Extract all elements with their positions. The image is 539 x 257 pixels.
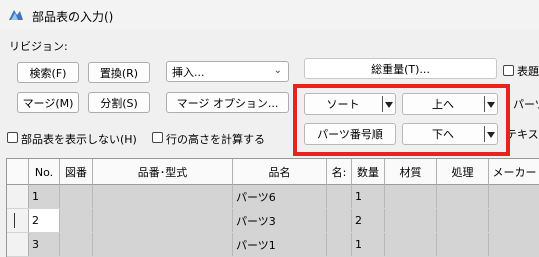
table-header: No. 図番 品番･型式 品名 名: 数量 材質 処理 メーカー [7, 159, 539, 185]
cell-name-short[interactable] [327, 233, 352, 256]
calc-row-height-checkbox[interactable] [152, 132, 163, 143]
cell-part-model[interactable] [93, 185, 233, 208]
table-row[interactable]: 2 パーツ3 2 [7, 209, 539, 232]
parts-button-partial[interactable]: パーツ [513, 96, 539, 112]
cell-part-name[interactable]: パーツ1 [233, 233, 327, 256]
cell-part-name[interactable]: パーツ6 [233, 185, 327, 208]
window-title: 部品表の入力() [32, 10, 114, 24]
cell-drawing-no[interactable] [60, 233, 93, 256]
replace-button[interactable]: 置換(R) [88, 62, 150, 83]
cell-no[interactable]: 1 [29, 185, 60, 208]
hide-bom-label: 部品表を表示しない(H) [21, 133, 137, 146]
cell-quantity[interactable]: 1 [352, 233, 385, 256]
app-icon [9, 10, 23, 20]
title-checkbox-label: 表題 [517, 65, 539, 78]
cell-name-short[interactable] [327, 185, 352, 208]
cell-maker[interactable] [489, 233, 539, 256]
bom-table[interactable]: No. 図番 品番･型式 品名 名: 数量 材質 処理 メーカー 1 パーツ6 … [6, 158, 539, 257]
cell-part-model[interactable] [93, 209, 233, 232]
cell-material[interactable] [385, 209, 437, 232]
cell-treatment[interactable] [437, 185, 489, 208]
col-maker[interactable]: メーカー [489, 159, 539, 185]
col-drawing-no[interactable]: 図番 [60, 159, 93, 185]
cell-drawing-no[interactable] [60, 209, 93, 232]
text-button-partial[interactable]: テキスト [506, 126, 539, 142]
cell-material[interactable] [385, 185, 437, 208]
highlight-box [293, 84, 510, 156]
hide-bom-checkbox[interactable] [7, 132, 18, 143]
total-weight-button[interactable]: 総重量(T)... [304, 58, 497, 79]
row-header[interactable] [7, 185, 29, 208]
col-quantity[interactable]: 数量 [352, 159, 385, 185]
row-header[interactable] [7, 233, 29, 256]
row-header[interactable] [7, 209, 29, 232]
row-header-corner [7, 159, 29, 185]
search-button[interactable]: 検索(F) [17, 62, 79, 83]
cell-material[interactable] [385, 233, 437, 256]
title-bar: 部品表の入力() [0, 0, 539, 30]
col-no[interactable]: No. [29, 159, 60, 185]
merge-option-button[interactable]: マージ オプション... [166, 92, 289, 113]
cell-treatment[interactable] [437, 233, 489, 256]
cell-drawing-no[interactable] [60, 185, 93, 208]
col-name-short[interactable]: 名: [327, 159, 352, 185]
cell-maker[interactable] [489, 185, 539, 208]
cell-maker[interactable] [489, 209, 539, 232]
title-checkbox[interactable] [503, 65, 514, 76]
cell-quantity[interactable]: 1 [352, 185, 385, 208]
cell-no[interactable]: 2 [29, 209, 60, 232]
col-material[interactable]: 材質 [385, 159, 437, 185]
chevron-down-icon: ⌄ [273, 65, 282, 76]
revision-label: リビジョン: [9, 40, 68, 53]
calc-row-height-label: 行の高さを計算する [166, 133, 265, 146]
col-part-name[interactable]: 品名 [233, 159, 327, 185]
col-part-model[interactable]: 品番･型式 [93, 159, 233, 185]
table-row[interactable]: 3 パーツ1 1 [7, 233, 539, 256]
cell-part-model[interactable] [93, 233, 233, 256]
cell-part-name[interactable]: パーツ3 [233, 209, 327, 232]
split-button[interactable]: 分割(S) [88, 92, 150, 113]
insert-combo[interactable]: 挿入... ⌄ [166, 61, 289, 82]
insert-combo-value: 挿入... [172, 65, 205, 79]
merge-button[interactable]: マージ(M) [17, 92, 79, 113]
cell-no[interactable]: 3 [29, 233, 60, 256]
cell-quantity[interactable]: 2 [352, 209, 385, 232]
cell-name-short[interactable] [327, 209, 352, 232]
table-row[interactable]: 1 パーツ6 1 [7, 185, 539, 208]
col-treatment[interactable]: 処理 [437, 159, 489, 185]
cell-treatment[interactable] [437, 209, 489, 232]
